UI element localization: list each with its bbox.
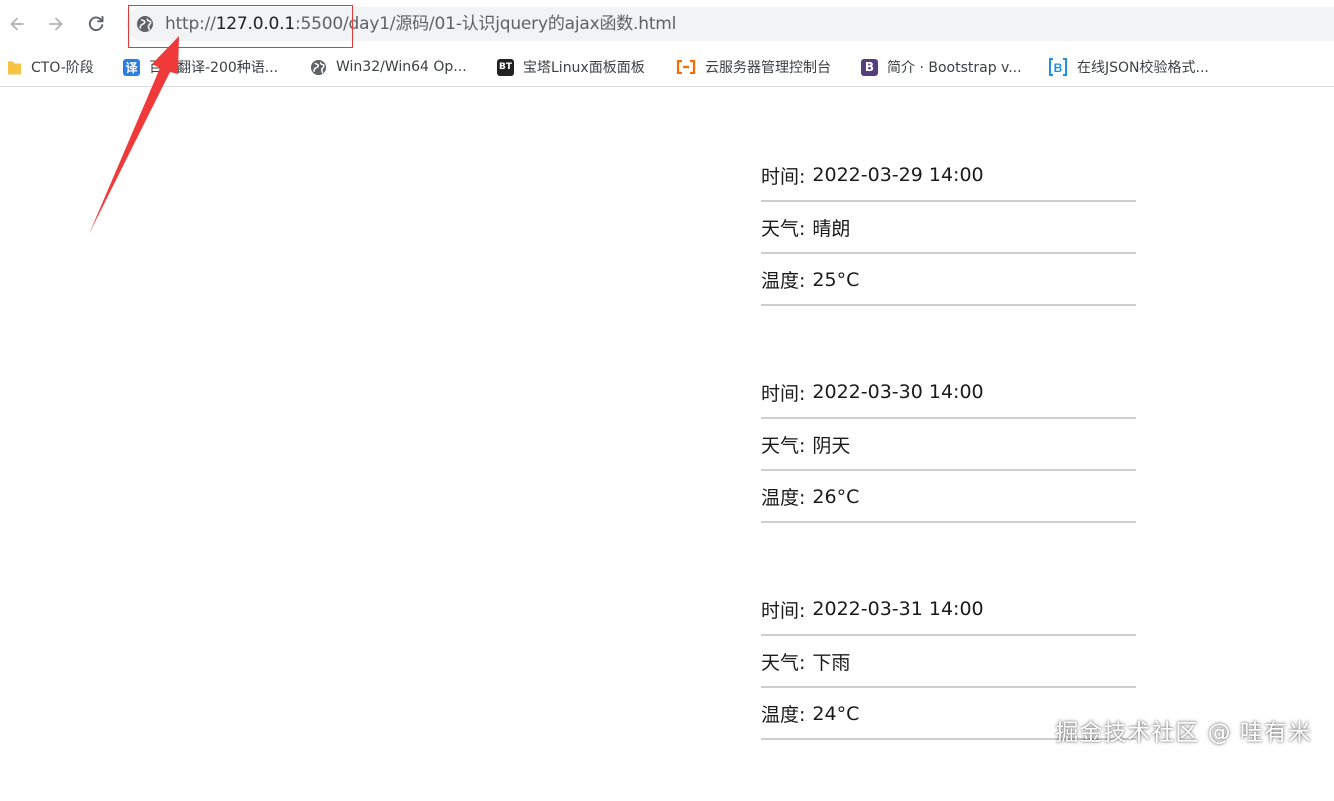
time-label: 时间: [761, 382, 806, 405]
time-row: 时间: 2022-03-31 14:00 [761, 584, 1136, 636]
weather-row: 天气: 晴朗 [761, 203, 1136, 254]
temperature-row: 温度: 26°C [761, 472, 1136, 523]
weather-value: 下雨 [812, 652, 851, 674]
weather-label: 天气: [761, 435, 806, 457]
time-row: 时间: 2022-03-29 14:00 [761, 150, 1136, 202]
bookmark-bootstrap[interactable]: B 简介 · Bootstrap v... [861, 56, 1022, 78]
bookmark-label: 简介 · Bootstrap v... [887, 60, 1022, 76]
svg-text:B: B [1054, 61, 1063, 75]
weather-row: 天气: 阴天 [761, 420, 1136, 471]
json-icon: B [1048, 58, 1068, 76]
bookmark-label: Win32/Win64 Op... [336, 59, 467, 75]
temperature-label: 温度: [761, 487, 806, 509]
bookmark-label: 在线JSON校验格式... [1077, 60, 1209, 76]
bookmark-baota[interactable]: BT 宝塔Linux面板面板 [497, 56, 645, 78]
time-row: 时间: 2022-03-30 14:00 [761, 367, 1136, 419]
weather-value: 晴朗 [812, 218, 851, 240]
translate-icon: 译 [123, 58, 140, 76]
globe-icon [310, 59, 327, 76]
temperature-value: 25°C [812, 268, 860, 291]
temperature-label: 温度: [761, 704, 806, 726]
temperature-label: 温度: [761, 270, 806, 292]
bookmark-label: 百度翻译-200种语... [149, 60, 279, 76]
back-button[interactable] [2, 9, 32, 39]
aliyun-icon [676, 59, 696, 76]
reload-button[interactable] [81, 9, 111, 39]
forward-arrow-icon [49, 17, 63, 31]
temperature-value: 26°C [812, 485, 860, 508]
bootstrap-icon: B [861, 58, 878, 76]
back-arrow-icon [10, 17, 24, 31]
bookmark-baidu-translate[interactable]: 译 百度翻译-200种语... [123, 56, 278, 78]
folder-icon [7, 59, 22, 76]
bookmark-aliyun[interactable]: 云服务器管理控制台 [676, 56, 831, 78]
bt-icon: BT [497, 58, 514, 76]
bookmark-win32[interactable]: Win32/Win64 Op... [310, 56, 467, 78]
time-label: 时间: [761, 165, 806, 188]
time-value: 2022-03-29 14:00 [812, 164, 984, 186]
bookmarks-bar: CTO-阶段 译 百度翻译-200种语... Win32/Win64 Op...… [0, 48, 1334, 87]
time-value: 2022-03-30 14:00 [812, 381, 984, 403]
url-scheme: http:// [165, 14, 216, 34]
bookmark-cto[interactable]: CTO-阶段 [7, 56, 94, 78]
reload-icon [88, 15, 104, 32]
weather-day: 时间: 2022-03-30 14:00 天气: 阴天 温度: 26°C [761, 367, 1136, 523]
temperature-value: 24°C [812, 702, 860, 725]
watermark: 掘金技术社区 @ 哇有米 [1055, 720, 1312, 746]
browser-toolbar: http://127.0.0.1:5500/day1/源码/01-认识jquer… [0, 0, 1334, 48]
forward-button[interactable] [41, 9, 71, 39]
bookmark-json[interactable]: B 在线JSON校验格式... [1048, 56, 1209, 78]
bookmark-label: 宝塔Linux面板面板 [523, 60, 645, 76]
weather-value: 阴天 [812, 435, 851, 457]
address-bar[interactable]: http://127.0.0.1:5500/day1/源码/01-认识jquer… [126, 7, 1334, 41]
temperature-row: 温度: 25°C [761, 255, 1136, 306]
weather-day: 时间: 2022-03-29 14:00 天气: 晴朗 温度: 25°C [761, 150, 1136, 306]
time-label: 时间: [761, 599, 806, 622]
weather-list: 时间: 2022-03-29 14:00 天气: 晴朗 温度: 25°C 时间: 202… [761, 150, 1136, 801]
url-path: :5500/day1/源码/01-认识jquery的ajax函数.html [295, 14, 677, 34]
weather-label: 天气: [761, 652, 806, 674]
time-value: 2022-03-31 14:00 [812, 598, 984, 620]
url-host: 127.0.0.1 [215, 14, 296, 34]
site-info-globe-icon[interactable] [136, 15, 154, 33]
bookmark-label: 云服务器管理控制台 [705, 60, 831, 76]
bookmark-label: CTO-阶段 [31, 60, 94, 76]
weather-label: 天气: [761, 218, 806, 240]
url-text[interactable]: http://127.0.0.1:5500/day1/源码/01-认识jquer… [165, 13, 676, 35]
weather-row: 天气: 下雨 [761, 637, 1136, 688]
